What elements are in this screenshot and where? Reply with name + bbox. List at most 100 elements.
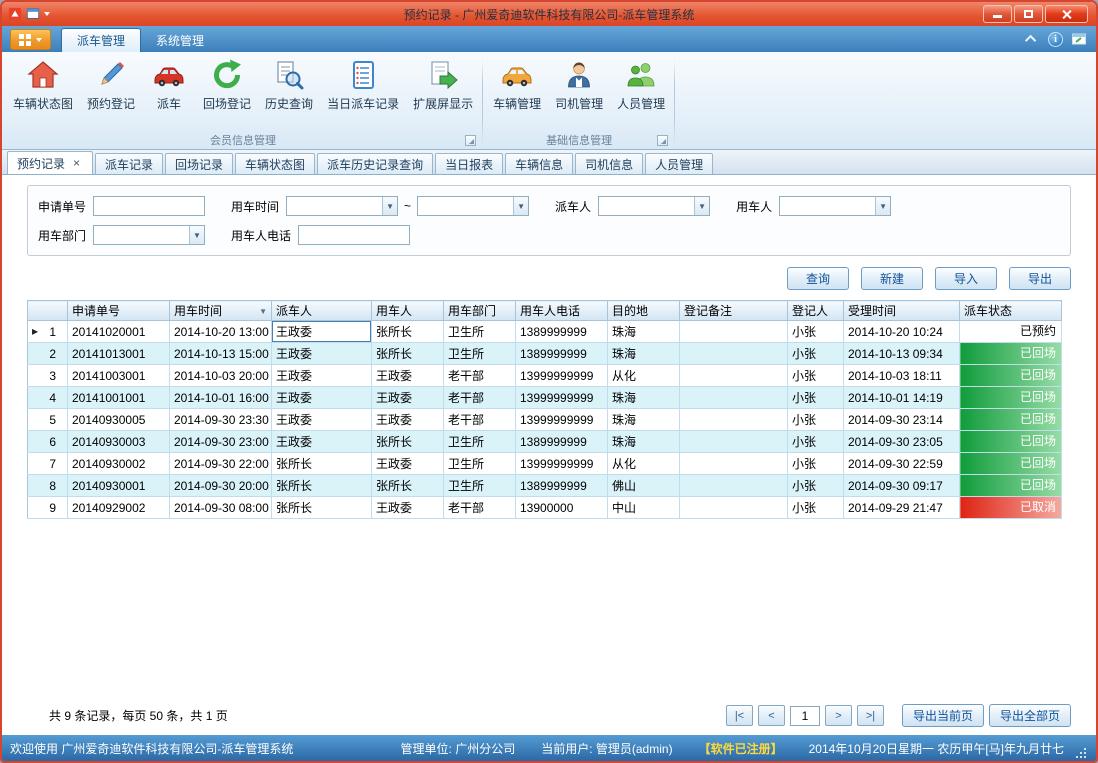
ribbon-button-history-query[interactable]: 历史查询 [258,54,320,131]
cell-dept[interactable]: 卫生所 [444,321,516,343]
export-current-page-button[interactable]: 导出当前页 [902,704,984,727]
cell-registrar[interactable]: 小张 [788,321,844,343]
cell-user[interactable]: 王政委 [372,365,444,387]
use-time-from-combo[interactable] [286,196,398,216]
ribbon-button-extend-screen[interactable]: 扩展屏显示 [406,54,480,131]
cell-dispatch-status[interactable]: 已回场 [960,475,1062,497]
layout-icon[interactable] [26,7,40,21]
ribbon-button-vehicle-management[interactable]: 车辆管理 [486,54,548,131]
column-header[interactable]: 受理时间 [844,301,960,321]
ribbon-button-vehicle-status-chart[interactable]: 车辆状态图 [6,54,80,131]
cell-dept[interactable]: 卫生所 [444,431,516,453]
page-number-input[interactable] [790,706,820,726]
table-row[interactable]: 2 20141013001 2014-10-13 15:00 王政委 张所长 卫… [28,343,1062,365]
license-status[interactable]: 【软件已注册】 [699,740,783,757]
qat-dropdown-icon[interactable] [44,12,50,16]
prev-page-button[interactable]: < [758,705,785,726]
column-header[interactable]: 申请单号 [68,301,170,321]
cell-dept[interactable]: 老干部 [444,365,516,387]
cell-user[interactable]: 张所长 [372,343,444,365]
cell-dispatcher[interactable]: 张所长 [272,475,372,497]
cell-destination[interactable]: 从化 [608,453,680,475]
column-header[interactable]: 登记人 [788,301,844,321]
cell-accept-time[interactable]: 2014-10-13 09:34 [844,343,960,365]
close-button[interactable] [1045,5,1088,23]
cell-order-no[interactable]: 20140930001 [68,475,170,497]
cell-dispatch-status[interactable]: 已预约 [960,321,1062,343]
cell-user[interactable]: 张所长 [372,321,444,343]
cell-use-time[interactable]: 2014-09-30 08:00 [170,497,272,519]
cell-dispatch-status[interactable]: 已回场 [960,409,1062,431]
cell-destination[interactable]: 珠海 [608,343,680,365]
cell-destination[interactable]: 珠海 [608,431,680,453]
table-row[interactable]: 4 20141001001 2014-10-01 16:00 王政委 王政委 老… [28,387,1062,409]
cell-phone[interactable]: 1389999999 [516,475,608,497]
export-all-pages-button[interactable]: 导出全部页 [989,704,1071,727]
dialog-launcher-icon[interactable] [465,135,476,146]
cell-remark[interactable] [680,497,788,519]
cell-dept[interactable]: 老干部 [444,497,516,519]
cell-phone[interactable]: 1389999999 [516,321,608,343]
cell-dispatcher[interactable]: 张所长 [272,453,372,475]
cell-remark[interactable] [680,409,788,431]
cell-destination[interactable]: 珠海 [608,409,680,431]
column-header[interactable]: 用车人 [372,301,444,321]
dispatcher-combo[interactable] [598,196,710,216]
cell-user[interactable]: 王政委 [372,497,444,519]
doc-tab-vehicle-info[interactable]: 车辆信息 [505,153,573,174]
next-page-button[interactable]: > [825,705,852,726]
column-header[interactable]: 派车状态 [960,301,1062,321]
cell-remark[interactable] [680,431,788,453]
export-button[interactable]: 导出 [1009,267,1071,290]
cell-phone[interactable]: 13999999999 [516,365,608,387]
doc-tab-reservation-records[interactable]: 预约记录 [7,151,93,174]
maximize-button[interactable] [1014,5,1043,23]
last-page-button[interactable]: >| [857,705,884,726]
cell-order-no[interactable]: 20140930002 [68,453,170,475]
cell-dispatcher[interactable]: 王政委 [272,343,372,365]
cell-destination[interactable]: 珠海 [608,321,680,343]
doc-tab-driver-info[interactable]: 司机信息 [575,153,643,174]
cell-phone[interactable]: 13999999999 [516,409,608,431]
cell-remark[interactable] [680,387,788,409]
cell-dispatcher[interactable]: 王政委 [272,409,372,431]
cell-use-time[interactable]: 2014-10-13 15:00 [170,343,272,365]
cell-destination[interactable]: 从化 [608,365,680,387]
cell-user[interactable]: 张所长 [372,431,444,453]
column-header[interactable]: 用车部门 [444,301,516,321]
cell-order-no[interactable]: 20141020001 [68,321,170,343]
cell-dispatch-status[interactable]: 已回场 [960,453,1062,475]
cell-order-no[interactable]: 20140930003 [68,431,170,453]
doc-tab-dispatch-records[interactable]: 派车记录 [95,153,163,174]
cell-dispatcher[interactable]: 张所长 [272,497,372,519]
column-header[interactable]: 派车人 [272,301,372,321]
cell-registrar[interactable]: 小张 [788,365,844,387]
cell-dispatch-status[interactable]: 已回场 [960,387,1062,409]
cell-dept[interactable]: 老干部 [444,387,516,409]
new-button[interactable]: 新建 [861,267,923,290]
cell-phone[interactable]: 13900000 [516,497,608,519]
cell-remark[interactable] [680,453,788,475]
cell-registrar[interactable]: 小张 [788,475,844,497]
cell-accept-time[interactable]: 2014-09-30 23:14 [844,409,960,431]
cell-user[interactable]: 王政委 [372,453,444,475]
cell-use-time[interactable]: 2014-10-03 20:00 [170,365,272,387]
minimize-button[interactable] [983,5,1012,23]
cell-registrar[interactable]: 小张 [788,497,844,519]
close-tab-icon[interactable] [70,157,83,170]
order-no-input[interactable] [93,196,205,216]
column-header[interactable]: 用车人电话 [516,301,608,321]
cell-dispatcher[interactable]: 王政委 [272,387,372,409]
cell-destination[interactable]: 佛山 [608,475,680,497]
table-row[interactable]: 7 20140930002 2014-09-30 22:00 张所长 王政委 卫… [28,453,1062,475]
table-row[interactable]: 3 20141003001 2014-10-03 20:00 王政委 王政委 老… [28,365,1062,387]
cell-dispatcher[interactable]: 王政委 [272,431,372,453]
cell-dispatcher[interactable]: 王政委 [272,365,372,387]
resize-grip[interactable] [1074,747,1088,761]
cell-remark[interactable] [680,343,788,365]
ribbon-tab-system-management[interactable]: 系统管理 [141,28,219,52]
cell-dispatch-status[interactable]: 已回场 [960,343,1062,365]
cell-dispatch-status[interactable]: 已取消 [960,497,1062,519]
info-icon[interactable] [1048,32,1063,47]
column-header[interactable]: 用车时间 [170,301,272,321]
